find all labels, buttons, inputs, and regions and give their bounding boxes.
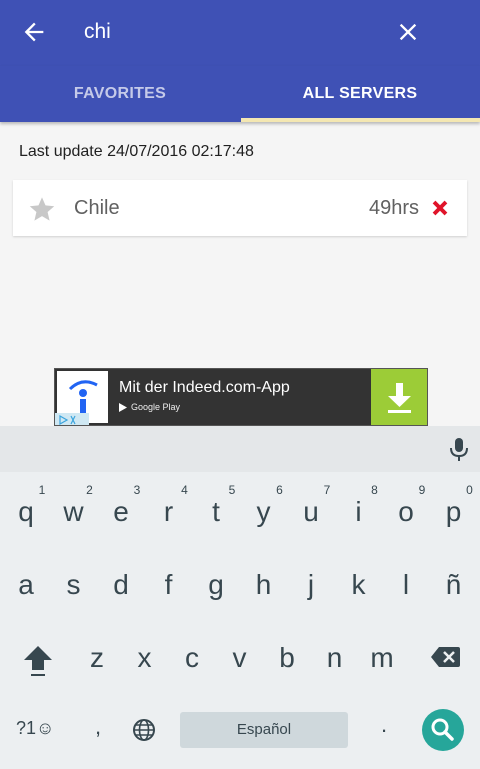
tab-favorites[interactable]: FAVORITES	[0, 66, 240, 122]
key-hint-5: 5	[228, 483, 236, 497]
key-w[interactable]: w	[50, 496, 98, 528]
tab-bar: FAVORITES ALL SERVERS	[0, 66, 480, 122]
key-a[interactable]: a	[2, 569, 50, 601]
key-x[interactable]: x	[121, 642, 169, 674]
key-hint-3: 3	[133, 483, 141, 497]
key-hint-0: 0	[466, 483, 473, 497]
red-x-icon[interactable]	[429, 197, 451, 219]
last-update-text: Last update 24/07/2016 02:17:48	[19, 143, 254, 160]
soft-keyboard: q1w2e3r4t5y6u7i8o9p0 asdfghjklñ zxcvbnm …	[0, 426, 480, 769]
key-b[interactable]: b	[263, 642, 311, 674]
key-l[interactable]: l	[382, 569, 430, 601]
key-hint-9: 9	[418, 483, 426, 497]
server-row[interactable]: Chile 49hrs	[13, 180, 467, 236]
key-t[interactable]: t	[192, 496, 240, 528]
key-c[interactable]: c	[168, 642, 216, 674]
google-play-icon	[119, 403, 127, 412]
shift-key-icon[interactable]	[22, 642, 54, 678]
key-k[interactable]: k	[335, 569, 383, 601]
ad-title: Mit der Indeed.com-App	[119, 379, 290, 396]
ad-banner[interactable]: Mit der Indeed.com-App Google Play	[54, 368, 428, 426]
key-p[interactable]: p	[430, 496, 478, 528]
tab-all-servers[interactable]: ALL SERVERS	[240, 66, 480, 122]
key-m[interactable]: m	[358, 642, 406, 674]
search-query-text[interactable]: chi	[84, 20, 111, 44]
star-icon[interactable]	[28, 195, 56, 223]
key-r[interactable]: r	[145, 496, 193, 528]
key-g[interactable]: g	[192, 569, 240, 601]
key-y[interactable]: y	[240, 496, 288, 528]
microphone-icon[interactable]	[448, 436, 470, 462]
key-ñ[interactable]: ñ	[430, 569, 478, 601]
download-icon	[388, 383, 411, 413]
key-o[interactable]: o	[382, 496, 430, 528]
download-button[interactable]	[371, 369, 427, 425]
symbols-key[interactable]: ?1☺	[16, 718, 54, 739]
backspace-key-icon[interactable]	[430, 646, 460, 668]
app-bar: chi	[0, 0, 480, 66]
key-v[interactable]: v	[216, 642, 264, 674]
ad-choices-icon[interactable]	[55, 413, 89, 425]
key-q[interactable]: q	[2, 496, 50, 528]
search-key[interactable]	[422, 709, 464, 751]
key-h[interactable]: h	[240, 569, 288, 601]
key-hint-8: 8	[371, 483, 378, 497]
suggestion-strip	[0, 426, 480, 472]
search-icon	[431, 718, 454, 741]
key-hint-1: 1	[38, 483, 46, 497]
key-n[interactable]: n	[311, 642, 359, 674]
key-hint-2: 2	[86, 483, 93, 497]
comma-key[interactable]: ,	[74, 714, 122, 740]
key-u[interactable]: u	[287, 496, 335, 528]
key-e[interactable]: e	[97, 496, 145, 528]
globe-icon[interactable]	[132, 718, 156, 742]
key-j[interactable]: j	[287, 569, 335, 601]
store-label: Google Play	[131, 402, 181, 412]
key-s[interactable]: s	[50, 569, 98, 601]
key-hint-7: 7	[323, 483, 331, 497]
key-d[interactable]: d	[97, 569, 145, 601]
key-i[interactable]: i	[335, 496, 383, 528]
tab-indicator	[241, 118, 480, 122]
period-key[interactable]: .	[360, 712, 408, 738]
server-name: Chile	[74, 197, 120, 219]
server-hours: 49hrs	[369, 197, 420, 219]
key-z[interactable]: z	[73, 642, 121, 674]
key-hint-4: 4	[181, 483, 188, 497]
key-f[interactable]: f	[145, 569, 193, 601]
close-icon[interactable]	[394, 18, 422, 46]
key-hint-6: 6	[276, 483, 283, 497]
back-arrow-icon[interactable]	[20, 18, 48, 46]
space-bar[interactable]: Español	[180, 712, 348, 748]
